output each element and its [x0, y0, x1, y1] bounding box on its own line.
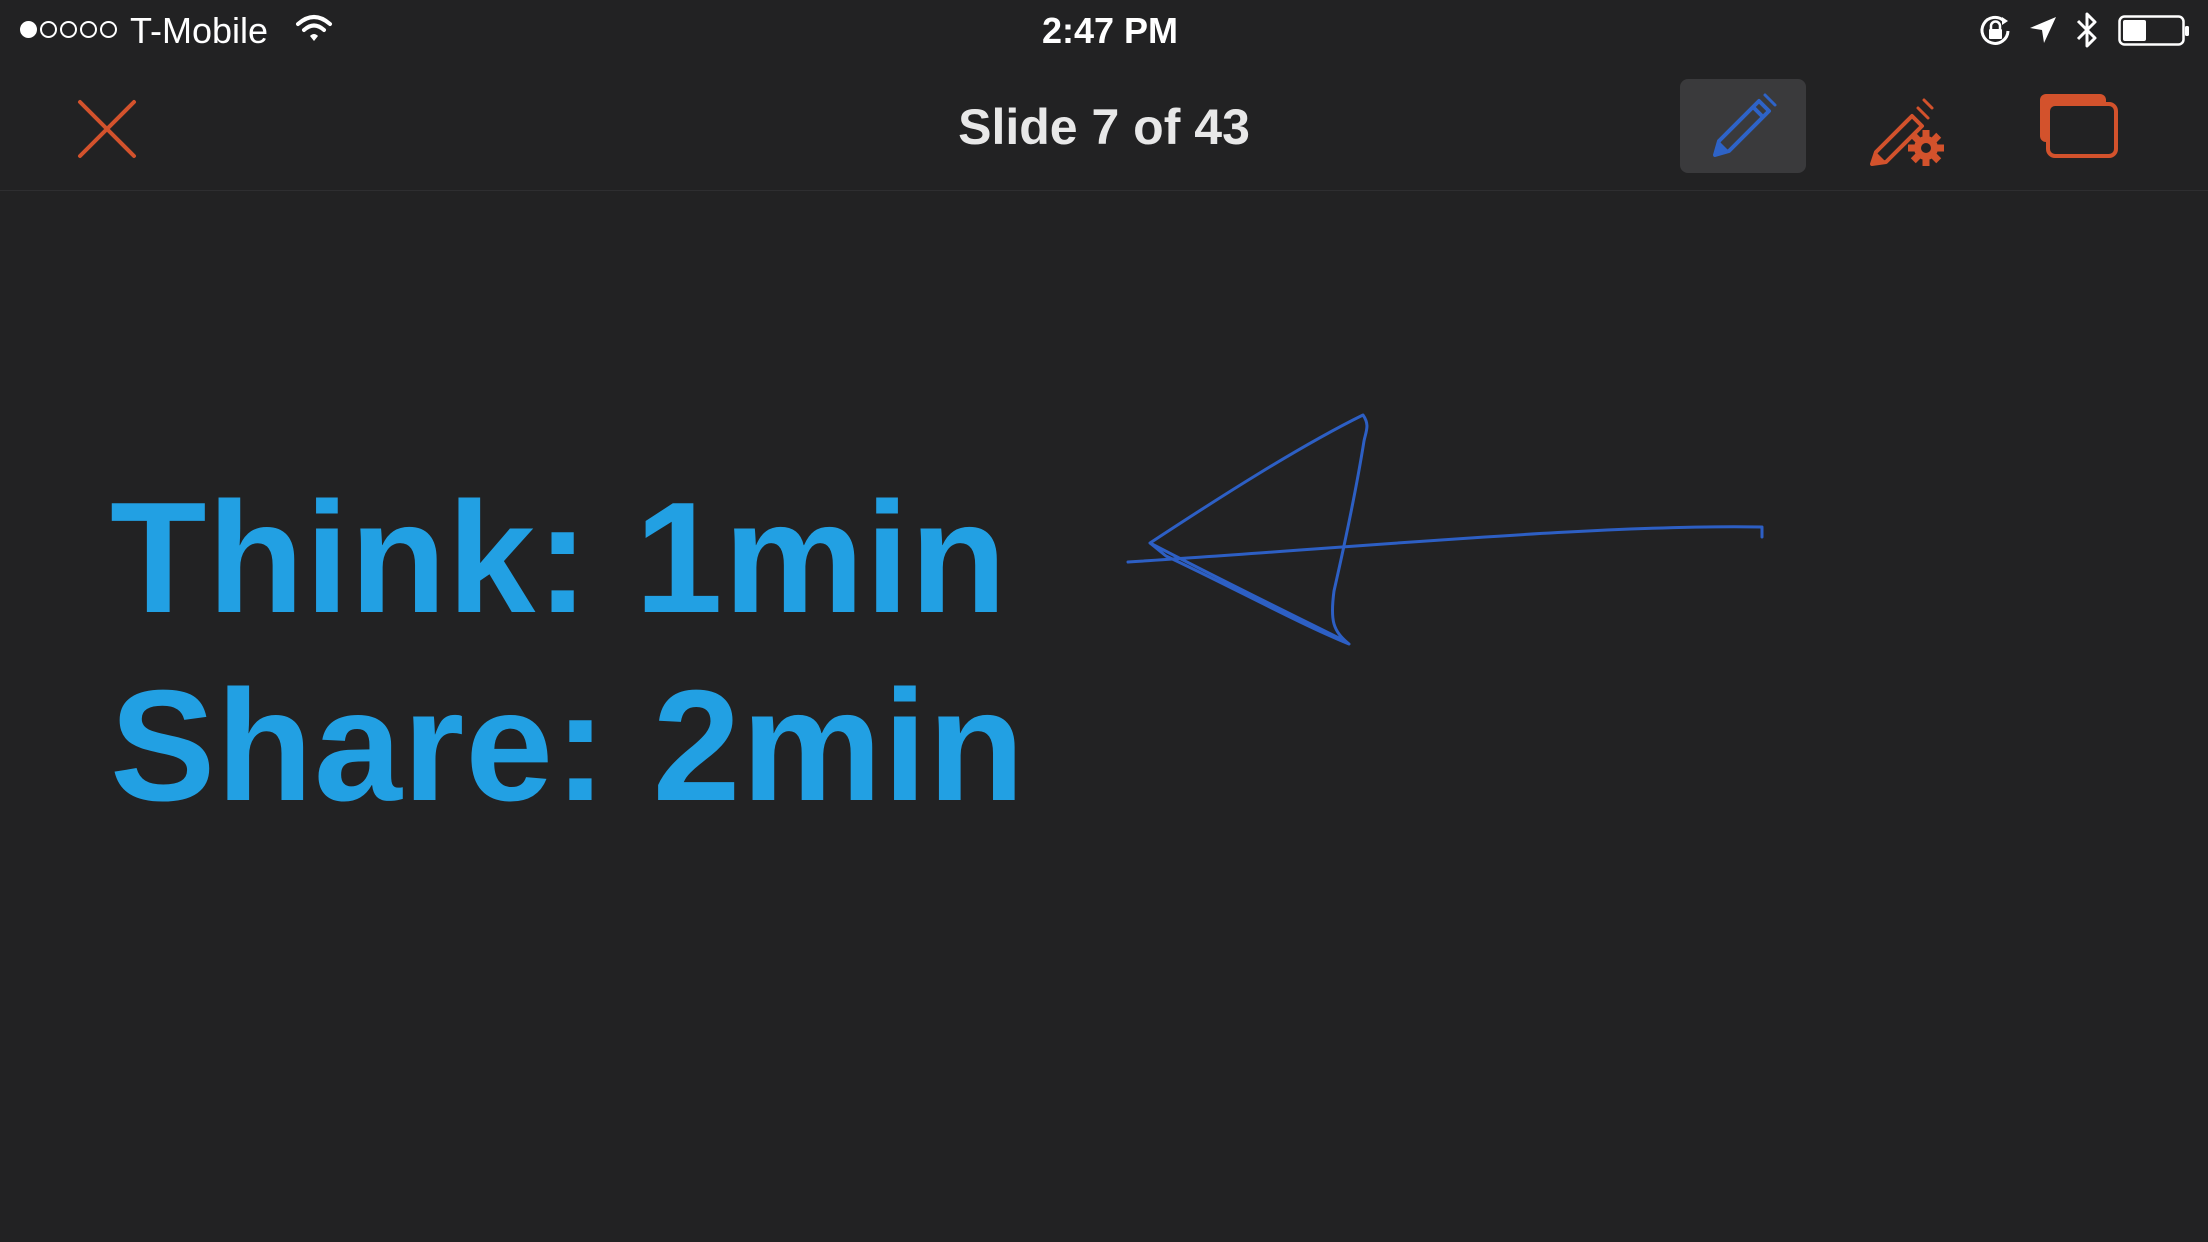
bluetooth-icon [2076, 12, 2097, 48]
lock-rotation-icon [1980, 15, 2010, 45]
battery-icon [2118, 15, 2189, 46]
annotation-arrow-head [1148, 413, 1369, 646]
annotation-arrow-shaft [1126, 525, 1764, 564]
pen-tool-button[interactable] [1680, 79, 1806, 173]
pen-annotation-arrow [1126, 413, 1764, 646]
status-bar: T-Mobile 2:47 PM [0, 0, 2208, 62]
status-clock: 2:47 PM [1041, 10, 1179, 51]
pen-icon [1713, 93, 1777, 157]
slides-icon [2040, 94, 2118, 158]
pen-settings-icon [1870, 98, 1944, 166]
location-arrow-icon [2030, 17, 2056, 43]
slides-overview-button[interactable] [2036, 90, 2122, 170]
toolbar: Slide 7 of 43 [0, 62, 2208, 191]
pen-settings-button[interactable] [1866, 88, 1952, 174]
slide-canvas[interactable]: Think: 1min Share: 2min [0, 191, 2208, 1242]
presentation-screen: T-Mobile 2:47 PM Slide 7 of 43 Think: 1m… [0, 0, 2208, 1242]
